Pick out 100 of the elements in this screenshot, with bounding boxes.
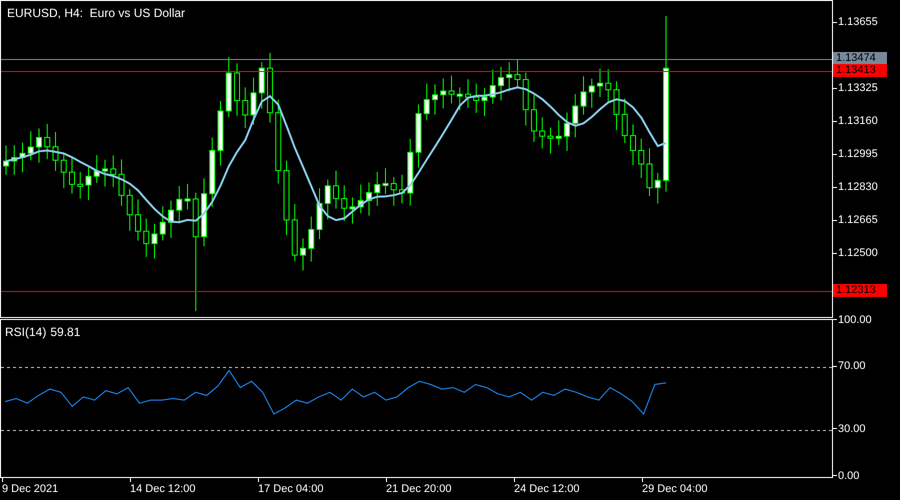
candlestick [490, 69, 496, 104]
candlestick [341, 184, 348, 222]
candlestick [588, 78, 595, 108]
time-tick-label: 21 Dec 20:00 [386, 482, 452, 496]
candlestick [234, 62, 240, 116]
candlestick [333, 170, 339, 210]
candlestick [638, 138, 644, 179]
candlestick [358, 184, 364, 214]
candlestick [36, 128, 42, 164]
candlestick [614, 80, 620, 131]
candlestick [440, 78, 446, 109]
candlestick [456, 86, 463, 111]
candlestick [432, 84, 438, 116]
candlestick [622, 98, 628, 144]
rsi-tick-label: 70.00 [838, 359, 866, 374]
time-tick-label: 24 Dec 12:00 [514, 482, 580, 496]
candlestick [465, 78, 471, 108]
candlestick [531, 94, 537, 142]
candlestick [28, 130, 34, 161]
price-tick-label: 1.12830 [838, 180, 878, 195]
candlestick [135, 198, 141, 242]
price-tick-label: 1.13160 [838, 114, 878, 129]
candlestick [473, 83, 480, 114]
candlestick [52, 131, 58, 172]
candlestick [654, 172, 661, 204]
candlestick [242, 86, 248, 128]
candlestick [292, 203, 298, 262]
time-tick-label: 17 Dec 04:00 [258, 482, 324, 496]
candlestick [514, 58, 520, 89]
candlestick [184, 183, 190, 210]
candlestick [424, 83, 430, 121]
candlestick [226, 56, 232, 118]
candlestick [160, 206, 166, 241]
candlestick [69, 156, 75, 194]
candlestick [390, 176, 397, 206]
time-tick-label: 29 Dec 04:00 [642, 482, 708, 496]
candlestick [316, 188, 322, 240]
candlestick [630, 124, 636, 166]
candlestick [572, 93, 578, 138]
rsi-tick-label: 100.00 [838, 312, 872, 328]
candlestick [597, 68, 603, 98]
candlestick [498, 66, 504, 101]
candlestick [366, 182, 372, 216]
candlestick [374, 171, 380, 206]
price-tick-label: 1.13325 [838, 81, 878, 96]
price-tick-label: 1.12995 [838, 147, 878, 162]
candlestick [110, 154, 116, 188]
chart-title: EURUSD, H4: Euro vs US Dollar [7, 5, 186, 22]
candlestick [209, 137, 216, 208]
candlestick [506, 62, 512, 92]
rsi-name: RSI(14) [5, 324, 46, 341]
candlestick [580, 76, 586, 116]
candlestick [102, 159, 108, 188]
candlestick [60, 152, 67, 189]
candlestick [11, 144, 18, 176]
candlestick [350, 196, 356, 224]
candlestick [556, 120, 562, 146]
candlestick [399, 174, 405, 204]
candlestick [448, 75, 454, 104]
candlestick [539, 116, 546, 149]
candlestick [86, 165, 92, 200]
candlestick [416, 104, 422, 168]
candlestick [258, 62, 265, 110]
candlestick [3, 145, 9, 176]
rsi-value: 59.81 [50, 324, 80, 341]
price-tick-label: 1.12500 [838, 246, 878, 261]
candlestick [646, 148, 652, 197]
rsi-tick-label: 30.00 [838, 422, 866, 437]
price-tick-label: 1.12665 [838, 213, 878, 228]
candlestick [143, 218, 150, 258]
candlestick [324, 179, 331, 220]
candlestick [168, 200, 174, 238]
candlestick [126, 188, 133, 232]
candlestick [118, 158, 124, 206]
rsi-tick-label: 0.00 [838, 468, 860, 484]
candlestick [564, 112, 570, 152]
candlestick [44, 123, 50, 160]
candlestick [176, 186, 182, 224]
candlestick [482, 88, 488, 117]
candlestick [250, 77, 256, 126]
candlestick [407, 138, 414, 206]
candlestick [308, 216, 314, 262]
candlestick [382, 168, 388, 194]
price-level-label: 1.12313 [833, 284, 887, 297]
candlestick [94, 154, 100, 184]
candlestick [218, 100, 224, 166]
candlestick [20, 142, 26, 173]
candlestick [201, 178, 207, 247]
time-tick-label: 9 Dec 2021 [2, 482, 58, 496]
price-level-label: 1.13474 [833, 52, 887, 65]
candlestick [300, 238, 306, 271]
candlestick [152, 223, 158, 260]
candlestick [522, 72, 529, 126]
price-tick-label: 1.13655 [838, 15, 878, 30]
time-tick-label: 14 Dec 12:00 [130, 482, 196, 496]
candlestick [605, 68, 612, 102]
price-level-label: 1.13413 [833, 64, 887, 77]
candlestick [267, 52, 273, 124]
candlestick [548, 126, 554, 154]
candlestick [77, 171, 84, 200]
